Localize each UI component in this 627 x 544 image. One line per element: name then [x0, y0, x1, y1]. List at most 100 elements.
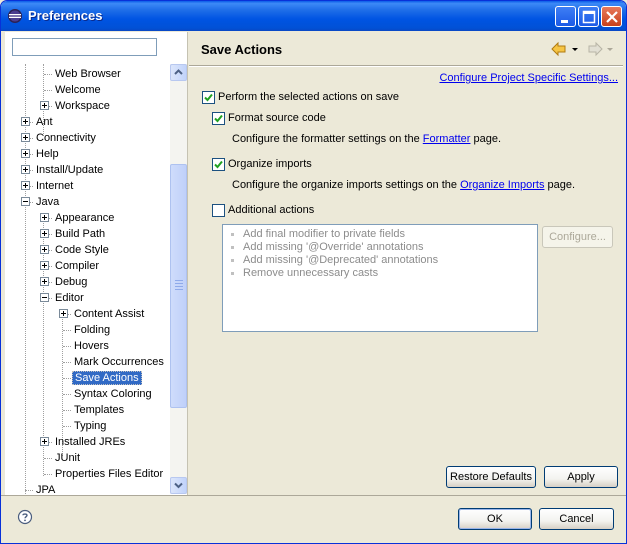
page-title: Save Actions: [201, 42, 283, 57]
expand-icon[interactable]: [21, 165, 30, 174]
tree-item-templates[interactable]: Templates: [72, 402, 126, 418]
tree-scrollbar[interactable]: [170, 64, 187, 494]
preference-tree: Web Browser Welcome Workspace Ant Connectivi…: [5, 64, 170, 494]
organize-desc-text: Configure the organize imports settings …: [232, 179, 461, 191]
expand-icon[interactable]: [21, 149, 30, 158]
tree-item-ant[interactable]: Ant: [34, 114, 55, 130]
additional-actions-list[interactable]: Add final modifier to private fields Add…: [222, 224, 538, 332]
tree-item-workspace[interactable]: Workspace: [53, 98, 112, 114]
configure-project-settings-link[interactable]: Configure Project Specific Settings...: [439, 72, 618, 84]
tree-item-installed-jres[interactable]: Installed JREs: [53, 434, 127, 450]
tree-item-editor[interactable]: Editor: [53, 290, 86, 306]
help-icon[interactable]: [17, 509, 33, 525]
tree-item-label: Installed JREs: [55, 436, 126, 448]
chevron-up-icon: [174, 69, 183, 75]
formatter-description: Configure the formatter settings on the …: [232, 133, 501, 145]
tree-item-junit[interactable]: JUnit: [53, 450, 82, 466]
format-source-label[interactable]: Format source code: [228, 112, 326, 124]
tree-item-label: Templates: [74, 404, 125, 416]
expand-icon[interactable]: [40, 229, 49, 238]
tree-connector: [63, 410, 71, 411]
maximize-button[interactable]: [578, 6, 599, 27]
title-bar[interactable]: Preferences: [1, 1, 626, 31]
organize-imports-description: Configure the organize imports settings …: [232, 179, 575, 191]
tree-item-label: Folding: [74, 324, 111, 336]
tree-item-debug[interactable]: Debug: [53, 274, 89, 290]
tree-item-label: JPA: [36, 484, 56, 494]
scroll-thumb[interactable]: [170, 164, 187, 408]
chevron-down-icon: [174, 482, 183, 489]
maximize-icon: [582, 10, 596, 24]
tree-item-jpa[interactable]: JPA: [34, 482, 57, 494]
format-source-checkbox[interactable]: [212, 112, 225, 125]
tree-item-label: Web Browser: [55, 68, 121, 80]
organize-imports-checkbox[interactable]: [212, 158, 225, 171]
organize-imports-label[interactable]: Organize imports: [228, 158, 312, 170]
expand-icon[interactable]: [40, 245, 49, 254]
collapse-icon[interactable]: [21, 197, 30, 206]
collapse-icon[interactable]: [40, 293, 49, 302]
expand-icon[interactable]: [40, 261, 49, 270]
restore-defaults-button[interactable]: Restore Defaults: [446, 466, 536, 488]
expand-icon[interactable]: [21, 181, 30, 190]
tree-item-compiler[interactable]: Compiler: [53, 258, 101, 274]
tree-item-label: Welcome: [55, 84, 101, 96]
tree-item-code-style[interactable]: Code Style: [53, 242, 111, 258]
tree-item-java[interactable]: Java: [34, 194, 61, 210]
expand-icon[interactable]: [40, 437, 49, 446]
organize-imports-link[interactable]: Organize Imports: [460, 179, 544, 191]
expand-icon[interactable]: [21, 133, 30, 142]
tree-item-properties-files-editor[interactable]: Properties Files Editor: [53, 466, 165, 482]
cancel-button[interactable]: Cancel: [539, 508, 614, 530]
expand-icon[interactable]: [59, 309, 68, 318]
tree-item-content-assist[interactable]: Content Assist: [72, 306, 146, 322]
tree-item-hovers[interactable]: Hovers: [72, 338, 111, 354]
tree-item-install-update[interactable]: Install/Update: [34, 162, 105, 178]
forward-button[interactable]: [587, 41, 617, 60]
tree-item-label: Compiler: [55, 260, 100, 272]
expand-icon[interactable]: [40, 101, 49, 110]
tree-item-help[interactable]: Help: [34, 146, 61, 162]
ok-button[interactable]: OK: [458, 508, 532, 530]
formatter-link[interactable]: Formatter: [423, 133, 471, 145]
eclipse-icon: [8, 9, 22, 23]
additional-actions-label[interactable]: Additional actions: [228, 204, 314, 216]
tree-item-build-path[interactable]: Build Path: [53, 226, 107, 242]
configure-actions-button[interactable]: Configure...: [542, 226, 613, 248]
close-button[interactable]: [601, 6, 622, 27]
scroll-up-button[interactable]: [170, 64, 187, 81]
additional-actions-checkbox[interactable]: [212, 204, 225, 217]
tree-item-label: Ant: [36, 116, 53, 128]
expand-icon[interactable]: [40, 277, 49, 286]
tree-item-save-actions[interactable]: Save Actions: [72, 370, 142, 386]
perform-actions-label[interactable]: Perform the selected actions on save: [218, 91, 399, 103]
tree-item-folding[interactable]: Folding: [72, 322, 112, 338]
tree-item-label: Install/Update: [36, 164, 104, 176]
scroll-down-button[interactable]: [170, 477, 187, 494]
tree-item-internet[interactable]: Internet: [34, 178, 75, 194]
preference-navigation-pane: Web Browser Welcome Workspace Ant Connectivi…: [5, 32, 188, 495]
tree-item-web-browser[interactable]: Web Browser: [53, 66, 123, 82]
tree-item-connectivity[interactable]: Connectivity: [34, 130, 98, 146]
tree-item-label: Code Style: [55, 244, 109, 256]
checkmark-icon: [214, 114, 223, 123]
tree-connector: [63, 362, 71, 363]
minimize-button[interactable]: [555, 6, 576, 27]
list-item: Add final modifier to private fields: [231, 228, 405, 240]
expand-icon[interactable]: [21, 117, 30, 126]
tree-item-welcome[interactable]: Welcome: [53, 82, 103, 98]
tree-item-mark-occurrences[interactable]: Mark Occurrences: [72, 354, 166, 370]
tree-item-typing[interactable]: Typing: [72, 418, 108, 434]
minimize-icon: [561, 20, 568, 23]
tree-connector: [25, 490, 33, 491]
tree-connector: [63, 394, 71, 395]
apply-button[interactable]: Apply: [544, 466, 618, 488]
perform-actions-checkbox[interactable]: [202, 91, 215, 104]
tree-item-label: Appearance: [55, 212, 115, 224]
tree-item-appearance[interactable]: Appearance: [53, 210, 116, 226]
tree-item-syntax-coloring[interactable]: Syntax Coloring: [72, 386, 154, 402]
expand-icon[interactable]: [40, 213, 49, 222]
formatter-desc-text: Configure the formatter settings on the: [232, 133, 423, 145]
back-button[interactable]: [550, 41, 580, 60]
filter-input[interactable]: [12, 38, 157, 56]
